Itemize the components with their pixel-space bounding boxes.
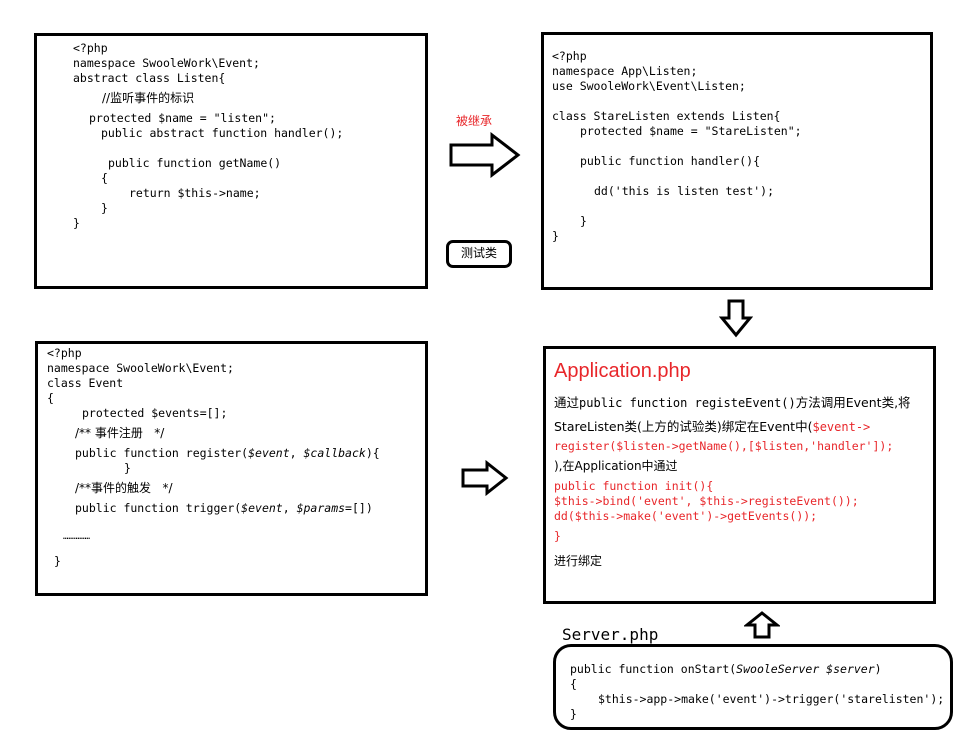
code-line: public function getName() bbox=[108, 156, 282, 170]
right-arrow-icon bbox=[461, 460, 509, 496]
code-line: } bbox=[124, 461, 131, 475]
code-line: dd('this is listen test'); bbox=[594, 184, 775, 198]
ellipsis-text: …………… bbox=[63, 532, 91, 542]
code-comment: //监听事件的标识 bbox=[102, 91, 195, 105]
code-line: } bbox=[101, 201, 108, 215]
code-line: return $this->name; bbox=[129, 186, 261, 200]
code-line: } bbox=[54, 554, 61, 568]
code-line: <?php bbox=[552, 49, 587, 63]
code-line: namespace SwooleWork\Event; bbox=[47, 361, 234, 375]
code-comment: /**事件的触发 */ bbox=[75, 481, 173, 495]
server-box bbox=[553, 644, 953, 730]
code-line: } bbox=[552, 229, 559, 243]
down-arrow-icon bbox=[719, 299, 753, 338]
up-arrow-icon bbox=[744, 611, 780, 639]
application-code-dd: dd($this->make('event')->getEvents()); bbox=[554, 509, 818, 523]
code-line: } bbox=[580, 214, 587, 228]
code-line: } bbox=[570, 707, 577, 721]
code-line: { bbox=[570, 677, 577, 691]
application-code-bind: $this->bind('event', $this->registeEvent… bbox=[554, 494, 859, 508]
code-line: class StareListen extends Listen{ bbox=[552, 109, 781, 123]
application-desc-1: 通过public function registeEvent()方法调用Even… bbox=[554, 395, 911, 410]
inherit-label: 被继承 bbox=[456, 114, 493, 128]
application-desc-2: StareListen类(上方的试验类)绑定在Event中($event-> bbox=[554, 419, 871, 434]
code-line: $this->app->make('event')->trigger('star… bbox=[598, 692, 945, 706]
code-line: <?php bbox=[73, 41, 108, 55]
code-line: protected $name = "StareListen"; bbox=[580, 124, 802, 138]
code-line: } bbox=[73, 216, 80, 230]
code-line: public function onStart(SwooleServer $se… bbox=[570, 662, 882, 676]
code-line: use SwooleWork\Event\Listen; bbox=[552, 79, 746, 93]
code-line: <?php bbox=[47, 346, 82, 360]
code-line: protected $name = "listen"; bbox=[89, 111, 276, 125]
code-line: abstract class Listen{ bbox=[73, 71, 226, 85]
application-code-register: register($listen->getName(),[$listen,'ha… bbox=[554, 439, 894, 453]
code-line: public function handler(){ bbox=[580, 154, 761, 168]
code-line: public function register($event, $callba… bbox=[75, 446, 380, 460]
code-line: { bbox=[47, 391, 54, 405]
code-comment: /** 事件注册 */ bbox=[75, 426, 165, 440]
code-line: public function trigger($event, $params=… bbox=[75, 501, 373, 515]
application-title: Application.php bbox=[554, 360, 691, 382]
application-code-init: public function init(){ bbox=[554, 479, 714, 493]
code-line: protected $events=[]; bbox=[82, 406, 228, 420]
code-line: namespace SwooleWork\Event; bbox=[73, 56, 260, 70]
test-class-badge: 测试类 bbox=[446, 240, 512, 268]
code-line: public abstract function handler(); bbox=[101, 126, 344, 140]
application-desc-3: ),在Application中通过 bbox=[554, 459, 678, 473]
server-title: Server.php bbox=[562, 625, 659, 644]
code-line: { bbox=[101, 171, 108, 185]
application-desc-4: 进行绑定 bbox=[554, 554, 603, 568]
code-line: namespace App\Listen; bbox=[552, 64, 698, 78]
code-line: class Event bbox=[47, 376, 124, 390]
application-code-close: } bbox=[554, 529, 561, 543]
right-arrow-icon bbox=[449, 132, 521, 178]
